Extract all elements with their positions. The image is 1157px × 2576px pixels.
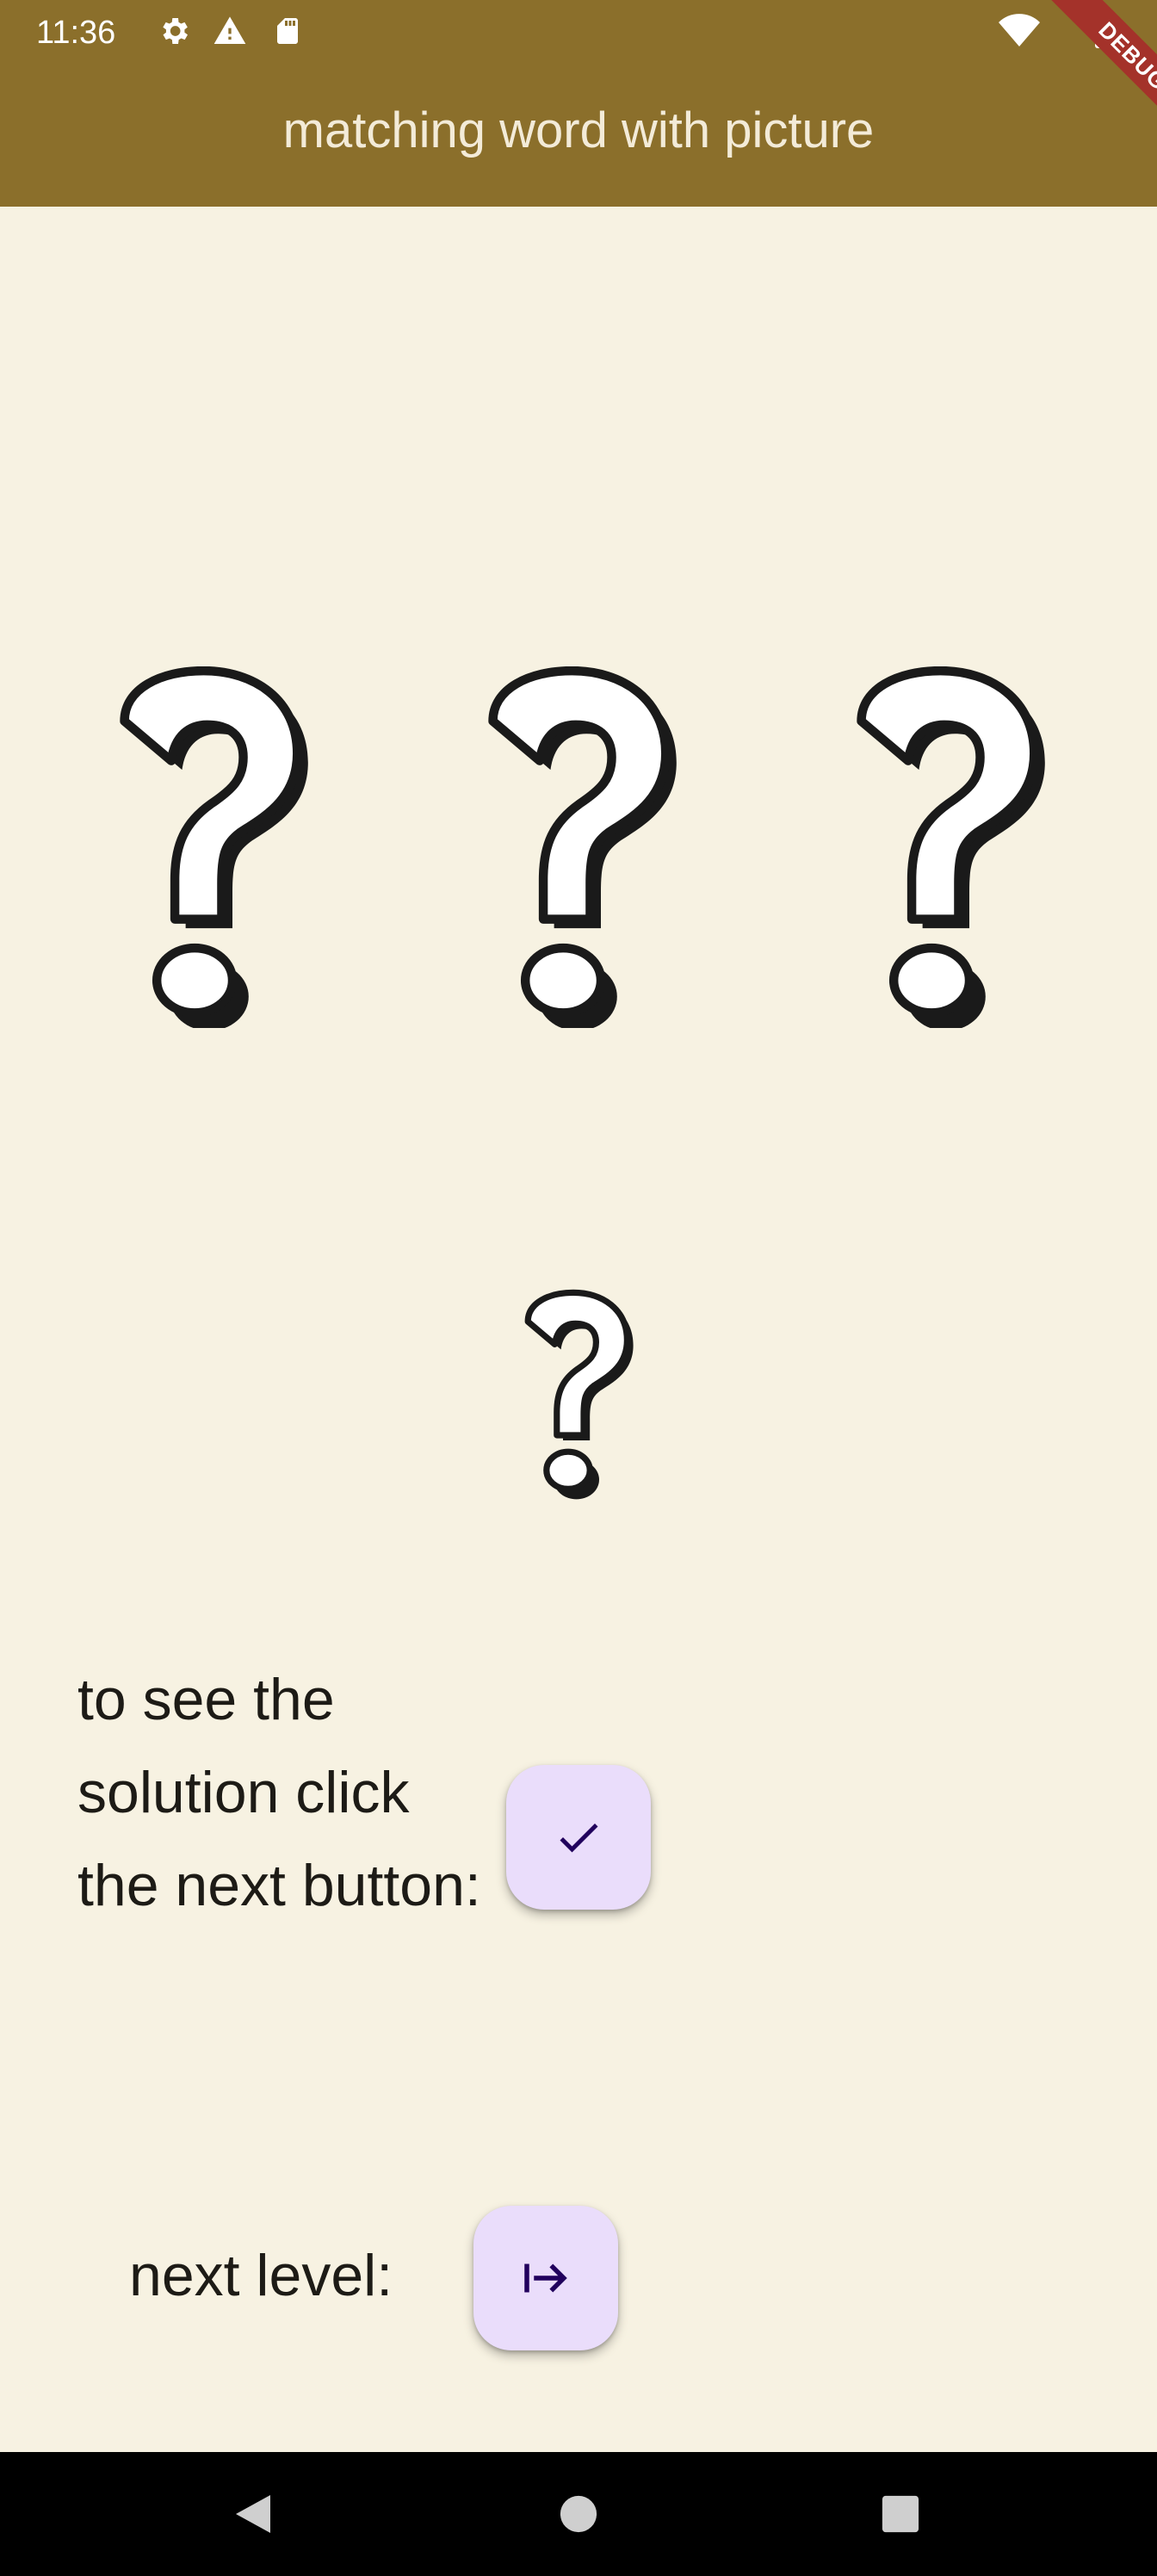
choice-image-3[interactable] (851, 666, 1049, 1032)
show-solution-button[interactable] (506, 1765, 651, 1910)
navigation-bar (0, 2452, 1157, 2576)
solution-instruction: to see the solution click the next butto… (77, 1667, 481, 1918)
home-button[interactable] (553, 2488, 604, 2540)
app-title: matching word with picture (282, 102, 875, 158)
check-icon (560, 1824, 598, 1853)
debug-banner: DEBUG (1019, 0, 1157, 138)
back-button[interactable] (227, 2488, 279, 2540)
next-level-label: next level: (129, 2243, 393, 2308)
recents-button[interactable] (875, 2488, 926, 2540)
question-mark-icon (120, 666, 308, 1031)
target-image (522, 1288, 635, 1504)
home-icon (560, 2495, 597, 2533)
choice-image-1[interactable] (114, 666, 312, 1032)
arrow-right-from-bar-icon (524, 2263, 567, 2293)
recents-icon (882, 2495, 919, 2533)
back-icon (236, 2495, 270, 2533)
next-level-button[interactable] (473, 2206, 618, 2350)
question-mark-icon (488, 666, 677, 1031)
status-time: 11:36 (36, 15, 116, 51)
sd-card-icon (272, 14, 303, 53)
choice-image-2[interactable] (482, 666, 680, 1032)
app-bar: 11:36 matching word with picture DEBUG (0, 0, 1157, 207)
question-mark-icon (524, 1289, 634, 1500)
screen: 11:36 matching word with picture DEBUG t… (0, 0, 1157, 2576)
question-mark-icon (857, 666, 1045, 1031)
gear-icon (157, 14, 191, 53)
warning-icon (212, 14, 248, 53)
debug-label: DEBUG (1041, 0, 1157, 138)
